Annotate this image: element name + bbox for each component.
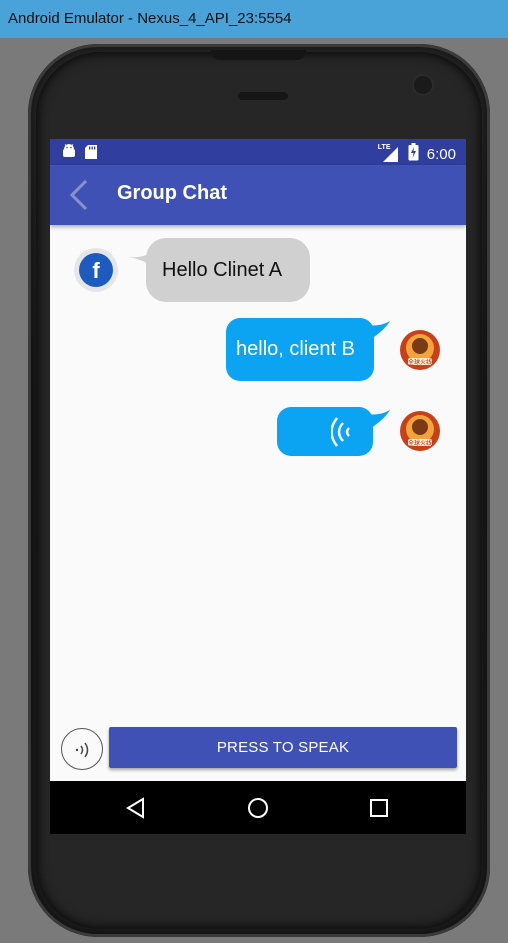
voice-wave-icon (75, 742, 89, 758)
front-camera (414, 76, 432, 94)
nav-recents-button[interactable] (365, 794, 393, 822)
device-screen: LTE 6:00 Group Chat f Hello Clinet A hel… (50, 139, 466, 834)
chat-message-list[interactable]: f Hello Clinet A hello, client B 全球火线 全球… (50, 225, 466, 725)
svg-text:全球火线: 全球火线 (408, 439, 432, 447)
bubble-tail-out (368, 321, 390, 341)
page-title: Group Chat (117, 182, 227, 204)
clock: 6:00 (426, 145, 456, 163)
input-bar: PRESS TO SPEAK (50, 725, 466, 781)
game-avatar-icon[interactable]: 全球火线 (398, 328, 442, 372)
nav-recents-icon (370, 799, 388, 817)
app-toolbar: Group Chat (50, 165, 466, 225)
emulator-window-title: Android Emulator - Nexus_4_API_23:5554 (0, 0, 508, 38)
earpiece-speaker (238, 92, 288, 100)
facebook-avatar-icon[interactable]: f (74, 248, 118, 292)
top-notch (210, 50, 306, 60)
message-bubble-outgoing[interactable]: hello, client B (226, 318, 374, 381)
game-avatar-icon[interactable]: 全球火线 (398, 409, 442, 453)
back-arrow-icon (69, 179, 88, 211)
sdcard-icon (84, 144, 98, 165)
voice-wave-icon (331, 416, 350, 447)
network-type-label: LTE (377, 144, 391, 151)
nav-back-button[interactable] (123, 794, 151, 822)
nav-home-button[interactable] (244, 794, 272, 822)
press-to-speak-button[interactable]: PRESS TO SPEAK (109, 727, 457, 768)
svg-text:全球火线: 全球火线 (408, 358, 432, 366)
nav-home-icon (248, 798, 268, 818)
message-text: Hello Clinet A (162, 258, 283, 281)
bubble-tail-out (368, 410, 390, 430)
navigation-bar (50, 781, 466, 834)
signal-icon: LTE (377, 144, 400, 163)
voice-message-bubble[interactable] (277, 407, 373, 456)
battery-icon (408, 143, 419, 165)
message-bubble-incoming[interactable]: Hello Clinet A (146, 238, 310, 302)
voice-toggle-button[interactable] (61, 728, 103, 770)
android-icon (62, 144, 76, 165)
status-bar: LTE 6:00 (50, 139, 466, 165)
message-text: hello, client B (236, 338, 355, 360)
nav-back-icon (126, 797, 144, 819)
back-button[interactable] (64, 177, 98, 213)
